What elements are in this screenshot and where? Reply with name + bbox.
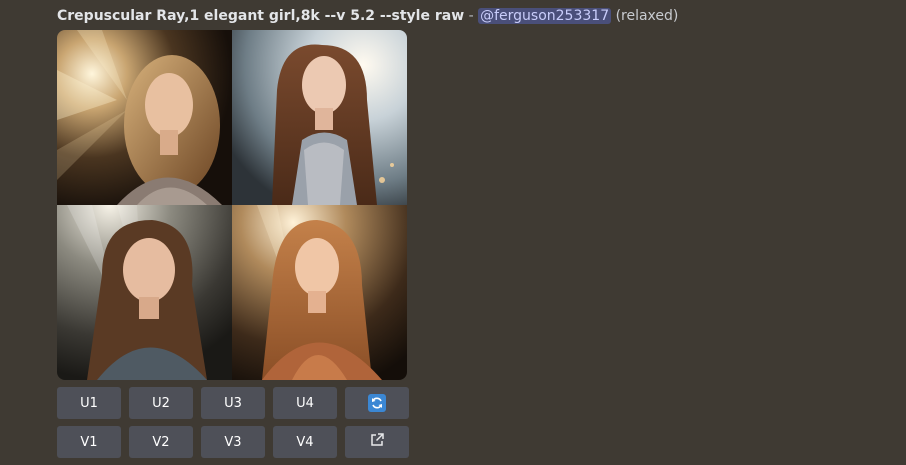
message: Crepuscular Ray,1 elegant girl,8k --v 5.… xyxy=(57,6,897,26)
grid-image-2[interactable] xyxy=(232,30,407,205)
variation-3-button[interactable]: V3 xyxy=(201,426,265,458)
separator: - xyxy=(468,8,474,24)
action-buttons: U1 U2 U3 U4 V1 V2 V3 V4 xyxy=(57,387,417,465)
grid-image-3[interactable] xyxy=(57,205,232,380)
variation-row: V1 V2 V3 V4 xyxy=(57,426,417,458)
reroll-button[interactable] xyxy=(345,387,409,419)
refresh-icon xyxy=(368,394,386,412)
mode-label: (relaxed) xyxy=(615,8,679,24)
portrait-image xyxy=(57,30,232,205)
upscale-4-button[interactable]: U4 xyxy=(273,387,337,419)
portrait-image xyxy=(232,30,407,205)
upscale-2-button[interactable]: U2 xyxy=(129,387,193,419)
upscale-row: U1 U2 U3 U4 xyxy=(57,387,417,419)
external-link-icon xyxy=(369,432,385,452)
upscale-3-button[interactable]: U3 xyxy=(201,387,265,419)
grid-image-1[interactable] xyxy=(57,30,232,205)
message-header: Crepuscular Ray,1 elegant girl,8k --v 5.… xyxy=(57,6,897,26)
grid-image-4[interactable] xyxy=(232,205,407,380)
portrait-image xyxy=(232,205,407,380)
upscale-1-button[interactable]: U1 xyxy=(57,387,121,419)
user-mention[interactable]: @ferguson253317 xyxy=(478,8,612,24)
open-in-browser-button[interactable] xyxy=(345,426,409,458)
prompt-text: Crepuscular Ray,1 elegant girl,8k --v 5.… xyxy=(57,8,465,24)
variation-1-button[interactable]: V1 xyxy=(57,426,121,458)
variation-2-button[interactable]: V2 xyxy=(129,426,193,458)
portrait-image xyxy=(57,205,232,380)
variation-4-button[interactable]: V4 xyxy=(273,426,337,458)
image-grid[interactable] xyxy=(57,30,407,380)
